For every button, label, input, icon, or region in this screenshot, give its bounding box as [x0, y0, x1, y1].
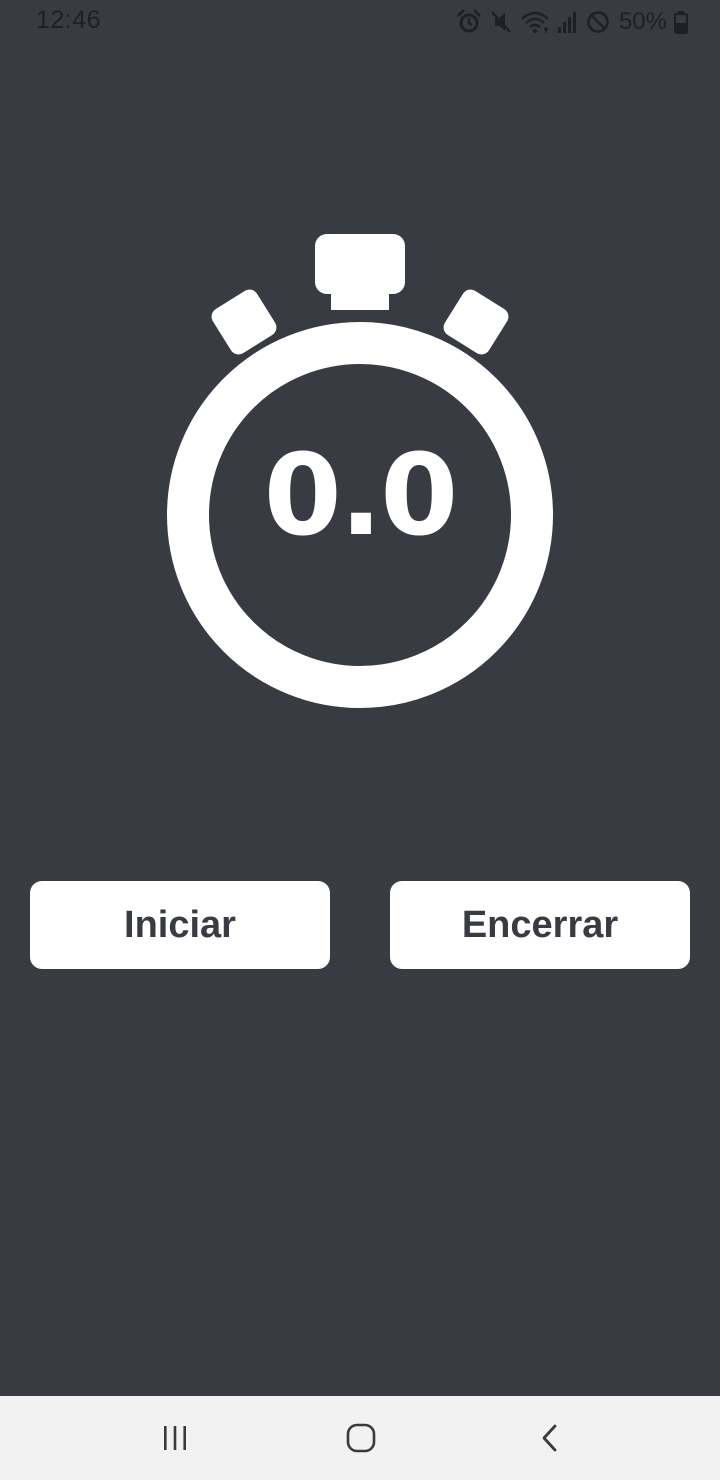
do-not-disturb-icon: [586, 10, 610, 34]
signal-icon: [557, 10, 579, 34]
stop-button[interactable]: Encerrar: [390, 881, 690, 969]
mute-icon: [489, 9, 513, 35]
status-bar: 12:46 50%: [0, 0, 720, 44]
battery-percent: 50%: [618, 8, 667, 35]
alarm-icon: [456, 9, 482, 35]
back-icon[interactable]: [519, 1416, 579, 1460]
wifi-icon: [520, 9, 550, 35]
home-icon[interactable]: [331, 1416, 391, 1460]
timer-display: 0.0: [263, 431, 458, 561]
navigation-bar: [0, 1396, 720, 1480]
status-icons: 50%: [456, 8, 688, 36]
status-time: 12:46: [36, 6, 102, 34]
start-button[interactable]: Iniciar: [30, 881, 330, 969]
battery-icon: [674, 10, 688, 34]
recents-icon[interactable]: [145, 1416, 205, 1460]
